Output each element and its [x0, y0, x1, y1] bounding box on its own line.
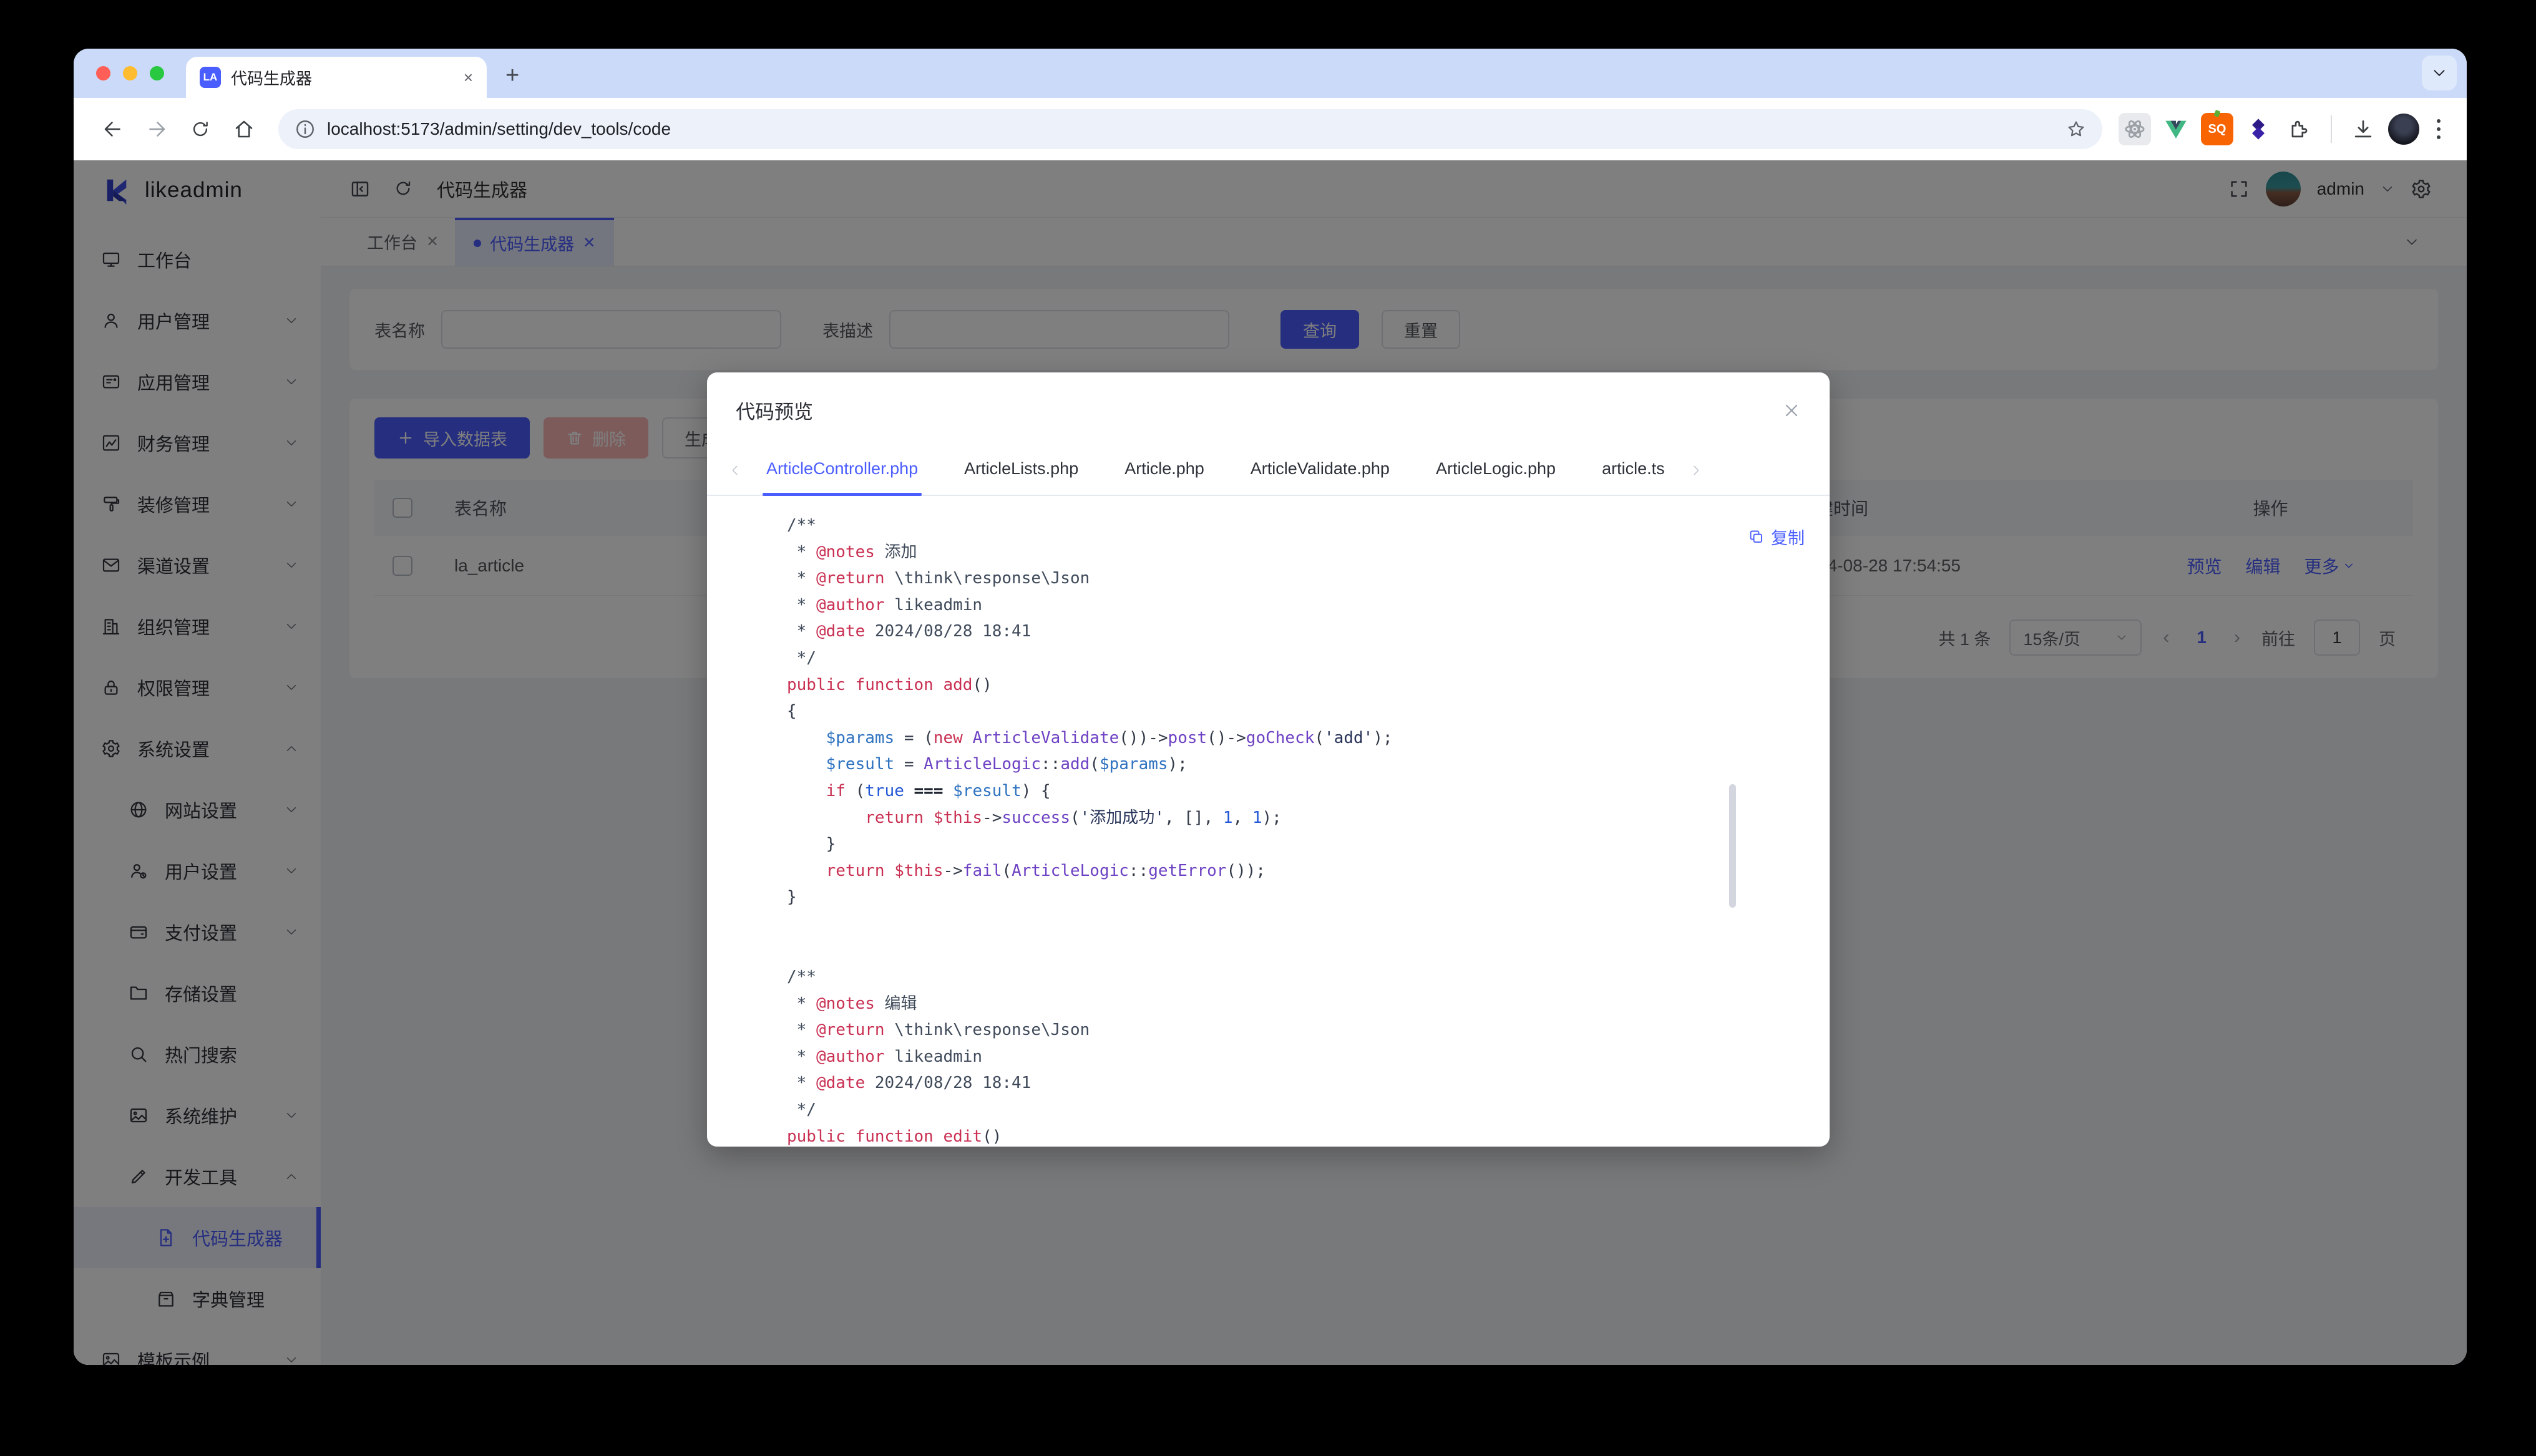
site-favicon: LA: [200, 67, 221, 88]
forward-button[interactable]: [139, 111, 175, 147]
browser-menu-button[interactable]: [2428, 119, 2449, 139]
file-tab-article.ts[interactable]: article.ts: [1602, 459, 1665, 495]
vue-devtools-icon[interactable]: [2160, 113, 2192, 145]
reload-button[interactable]: [182, 111, 218, 147]
copy-icon: [1748, 528, 1765, 545]
site-info-icon[interactable]: [295, 119, 316, 140]
address-bar[interactable]: localhost:5173/admin/setting/dev_tools/c…: [278, 109, 2102, 149]
minimize-window-button[interactable]: [123, 66, 137, 80]
downloads-button[interactable]: [2347, 113, 2379, 145]
modal-close-button[interactable]: [1782, 401, 1801, 420]
file-tab-ArticleController.php[interactable]: ArticleController.php: [766, 459, 918, 495]
browser-tabstrip: LA 代码生成器 × +: [74, 49, 2467, 98]
copy-label: 复制: [1771, 525, 1805, 549]
diamond-icon: [2246, 117, 2271, 142]
home-button[interactable]: [226, 111, 262, 147]
file-tab-ArticleLogic.php[interactable]: ArticleLogic.php: [1436, 459, 1556, 495]
tab-search-button[interactable]: [2422, 56, 2457, 90]
code-body: 复制 /** * @notes 添加 * @return \think\resp…: [707, 512, 1830, 1147]
close-icon: [1782, 401, 1801, 420]
traffic-lights: [96, 66, 164, 80]
forward-icon: [145, 118, 168, 140]
file-tab-Article.php[interactable]: Article.php: [1124, 459, 1204, 495]
browser-tab-title: 代码生成器: [231, 66, 454, 89]
browser-profile-avatar[interactable]: [2388, 114, 2419, 145]
url-text[interactable]: localhost:5173/admin/setting/dev_tools/c…: [327, 119, 2055, 139]
vue-icon: [2163, 117, 2188, 142]
copy-button[interactable]: 复制: [1748, 525, 1805, 549]
modal-title: 代码预览: [736, 396, 813, 424]
back-button[interactable]: [95, 111, 131, 147]
extensions-area: SQ: [2119, 113, 2449, 145]
close-window-button[interactable]: [96, 66, 110, 80]
chevron-down-icon: [2431, 65, 2447, 81]
zoom-window-button[interactable]: [150, 66, 164, 80]
toolbar-divider: [2331, 115, 2332, 143]
code-preview-modal: 代码预览 ArticleController.php ArticleLists.p…: [707, 372, 1830, 1147]
atom-icon: [2123, 117, 2147, 141]
reload-icon: [190, 119, 211, 140]
browser-tab[interactable]: LA 代码生成器 ×: [186, 57, 487, 98]
code-scrollbar-thumb[interactable]: [1729, 784, 1736, 908]
tabs-scroll-left-button[interactable]: [728, 463, 742, 477]
file-tab-ArticleLists.php[interactable]: ArticleLists.php: [964, 459, 1078, 495]
file-tabs: ArticleController.php ArticleLists.php Art…: [707, 459, 1830, 496]
browser-toolbar: localhost:5173/admin/setting/dev_tools/c…: [74, 98, 2467, 160]
sq-extension-icon[interactable]: SQ: [2201, 113, 2233, 145]
code-block[interactable]: /** * @notes 添加 * @return \think\respons…: [787, 512, 1736, 1147]
bookmark-icon[interactable]: [2066, 119, 2086, 139]
browser-window: LA 代码生成器 × + localhost:5173/admin/settin…: [74, 49, 2467, 1365]
react-devtools-icon[interactable]: [2119, 113, 2151, 145]
purple-extension-icon[interactable]: [2242, 113, 2275, 145]
home-icon: [233, 118, 255, 140]
tab-close-icon[interactable]: ×: [464, 68, 473, 87]
back-icon: [102, 118, 124, 140]
puzzle-icon: [2288, 117, 2311, 141]
page-viewport: likeadmin 工作台用户管理应用管理财务管理装修管理渠道设置组织管理权限管…: [74, 160, 2467, 1365]
new-tab-button[interactable]: +: [505, 62, 519, 89]
chevron-right-icon: [1689, 463, 1703, 477]
tabs-scroll-right-button[interactable]: [1689, 463, 1703, 477]
file-tab-ArticleValidate.php[interactable]: ArticleValidate.php: [1251, 459, 1390, 495]
download-icon: [2351, 117, 2375, 141]
chevron-left-icon: [728, 463, 742, 477]
extensions-menu-button[interactable]: [2283, 113, 2316, 145]
